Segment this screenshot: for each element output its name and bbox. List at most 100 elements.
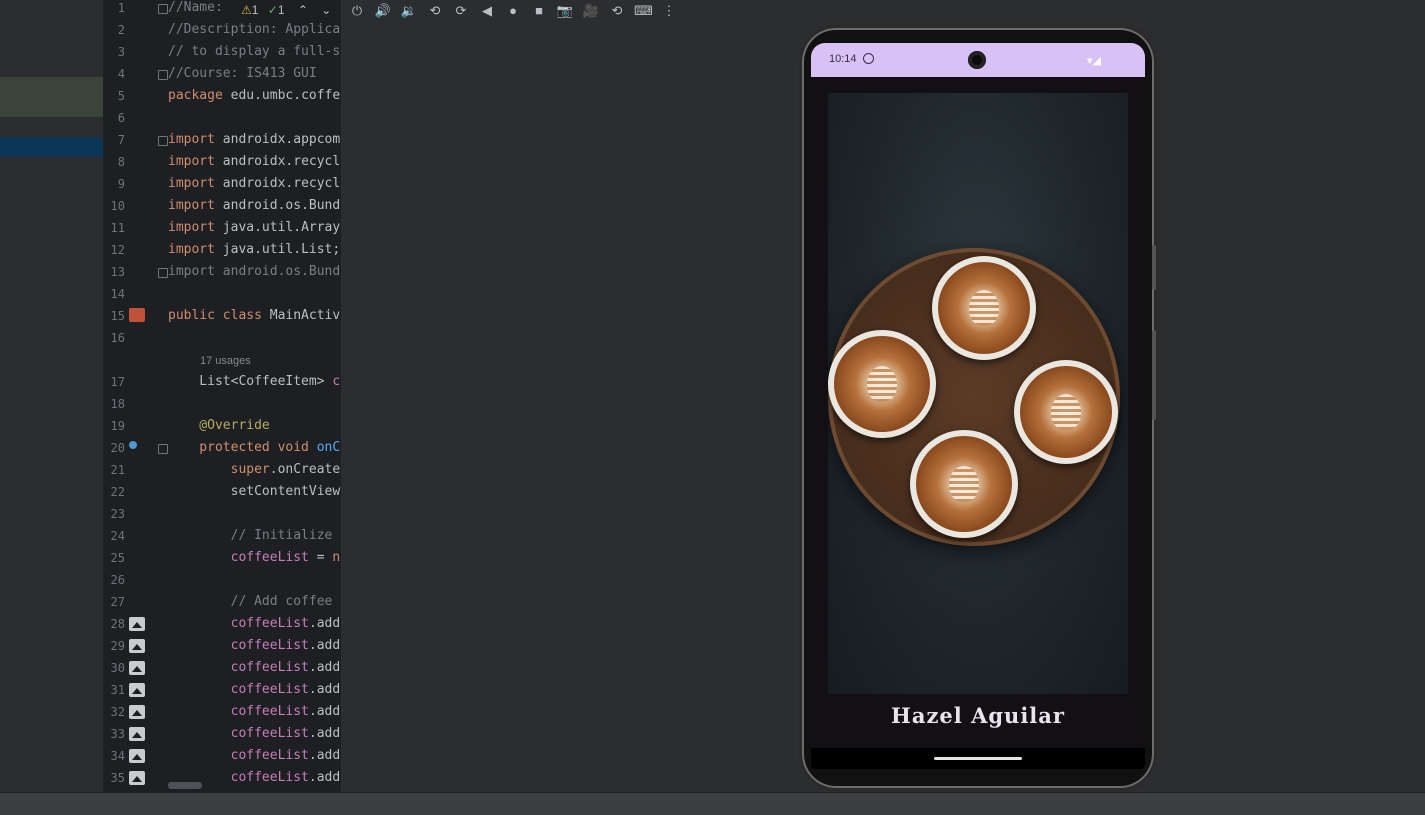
line-number: 3: [117, 45, 125, 59]
image-preview-icon[interactable]: [129, 639, 145, 653]
line-number: 17: [110, 375, 125, 389]
fold-toggle-icon[interactable]: [158, 268, 168, 278]
line-number: 33: [110, 727, 125, 741]
project-tree-highlight[interactable]: [0, 77, 103, 117]
code-line[interactable]: //Name:: [168, 0, 231, 19]
image-preview-icon[interactable]: [129, 705, 145, 719]
code-line[interactable]: import java.util.Array: [168, 217, 340, 239]
code-line[interactable]: super.onCreate: [168, 459, 341, 481]
run-class-icon[interactable]: [129, 308, 145, 322]
image-preview-icon[interactable]: [129, 749, 145, 763]
code-line[interactable]: coffeeList.add: [168, 701, 341, 723]
code-line[interactable]: coffeeList.add: [168, 657, 341, 679]
latte-cup: [1014, 360, 1118, 464]
clock: 10:14: [829, 53, 857, 65]
code-line[interactable]: // Initialize: [168, 525, 340, 547]
code-line[interactable]: setContentView: [168, 481, 341, 503]
code-token: .add: [308, 660, 341, 675]
wifi-signal-icon: ▾◢: [1087, 55, 1101, 67]
line-number: 32: [110, 705, 125, 719]
code-line[interactable]: coffeeList = n: [168, 547, 341, 569]
power-icon[interactable]: ⏻: [348, 2, 366, 20]
code-token: .add: [308, 704, 341, 719]
code-line[interactable]: coffeeList.add: [168, 723, 341, 745]
line-number: 6: [117, 111, 125, 125]
previous-highlight-icon[interactable]: ⌃: [298, 3, 308, 17]
snapshot-icon[interactable]: ⟲: [608, 2, 626, 20]
more-icon[interactable]: ⋮: [660, 2, 678, 20]
fold-toggle-icon[interactable]: [158, 136, 168, 146]
code-token: androidx.appcom: [222, 132, 341, 147]
project-tree-selected-item[interactable]: [0, 137, 103, 157]
code-token: protected void: [168, 440, 317, 455]
line-number: 9: [117, 177, 125, 191]
line-number: 4: [117, 67, 125, 81]
fold-toggle-icon[interactable]: [158, 4, 168, 14]
line-number: 5: [117, 89, 125, 103]
device-power-button[interactable]: [1152, 245, 1156, 290]
code-line[interactable]: public class MainActiv: [168, 305, 340, 327]
globe-icon: [863, 53, 874, 64]
home-icon[interactable]: ●: [504, 2, 522, 20]
code-line[interactable]: coffeeList.add: [168, 679, 341, 701]
screenshot-icon[interactable]: 📷: [556, 2, 574, 20]
code-line[interactable]: import android.os.Bund: [168, 195, 340, 217]
code-token: edu.umbc.coffe: [230, 88, 341, 103]
keyboard-icon[interactable]: ⌨: [634, 2, 653, 20]
image-preview-icon[interactable]: [129, 727, 145, 741]
image-preview-icon[interactable]: [129, 771, 145, 785]
code-line[interactable]: import androidx.recycl: [168, 151, 340, 173]
fold-toggle-icon[interactable]: [158, 444, 168, 454]
code-line[interactable]: protected void onC: [168, 437, 340, 459]
code-line[interactable]: List<CoffeeItem> c: [168, 371, 340, 393]
line-number: 35: [110, 771, 125, 785]
code-line[interactable]: @Override: [168, 415, 269, 437]
code-line[interactable]: import android.os.Bund: [168, 261, 340, 283]
code-token: //Course: IS413 GUI: [168, 66, 317, 81]
line-number: 7: [117, 133, 125, 147]
code-token: coffeeList: [168, 682, 309, 697]
line-number: 13: [110, 265, 125, 279]
editor-horizontal-scrollbar[interactable]: [168, 782, 202, 789]
usages-hint[interactable]: 17 usages: [200, 350, 251, 372]
line-number: 1: [117, 1, 125, 15]
code-token: import: [168, 154, 223, 169]
code-line[interactable]: //Course: IS413 GUI: [168, 63, 317, 85]
code-line[interactable]: coffeeList.add: [168, 635, 341, 657]
override-icon[interactable]: [129, 441, 137, 449]
code-editor[interactable]: 1 //Name: 2 //Description: Applica 3 // to d…: [103, 0, 341, 792]
image-preview-icon[interactable]: [129, 617, 145, 631]
home-gesture-handle[interactable]: [934, 757, 1022, 760]
next-highlight-icon[interactable]: ⌄: [321, 3, 331, 17]
code-line[interactable]: coffeeList.add: [168, 745, 341, 767]
overview-icon[interactable]: ■: [530, 2, 548, 20]
rotate-right-icon[interactable]: ⟳: [452, 2, 470, 20]
code-line[interactable]: coffeeList.add: [168, 613, 341, 635]
fold-toggle-icon[interactable]: [158, 70, 168, 80]
rotate-left-icon[interactable]: ⟲: [426, 2, 444, 20]
code-line[interactable]: import androidx.recycl: [168, 173, 340, 195]
screen-record-icon[interactable]: 🎥: [582, 2, 600, 20]
check-icon: ✓: [267, 3, 278, 17]
line-number: 21: [110, 463, 125, 477]
line-number: 30: [110, 661, 125, 675]
code-line[interactable]: //Description: Applica: [168, 19, 340, 41]
volume-down-icon[interactable]: 🔉: [400, 2, 418, 20]
code-token: super: [168, 462, 270, 477]
inspection-widget[interactable]: ⚠1 ✓1 ⌃ ⌄: [241, 0, 341, 20]
device-screen[interactable]: 10:14 ▾◢ Hazel Aguilar: [811, 43, 1145, 769]
volume-up-icon[interactable]: 🔊: [374, 2, 392, 20]
back-icon[interactable]: ◀: [478, 2, 496, 20]
image-preview-icon[interactable]: [129, 683, 145, 697]
code-line[interactable]: import androidx.appcom: [168, 129, 340, 151]
code-token: coffeeList: [168, 704, 309, 719]
code-line[interactable]: // to display a full-s: [168, 41, 340, 63]
line-number: 26: [110, 573, 125, 587]
code-line[interactable]: // Add coffee: [168, 591, 340, 613]
front-camera: [968, 51, 986, 69]
code-line[interactable]: import java.util.List;: [168, 239, 340, 261]
code-line[interactable]: package edu.umbc.coffe: [168, 85, 340, 107]
device-volume-button[interactable]: [1152, 330, 1156, 420]
image-preview-icon[interactable]: [129, 661, 145, 675]
code-token: import: [168, 242, 223, 257]
